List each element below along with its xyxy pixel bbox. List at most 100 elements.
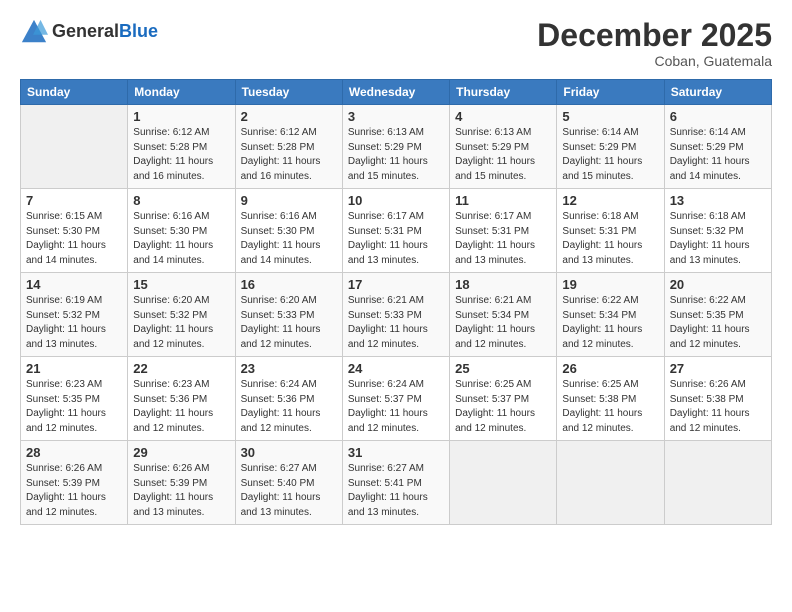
day-number: 3 [348, 109, 444, 124]
day-number: 17 [348, 277, 444, 292]
day-info: Sunrise: 6:18 AMSunset: 5:31 PMDaylight:… [562, 210, 658, 268]
day-number: 26 [562, 361, 658, 376]
day-info: Sunrise: 6:23 AMSunset: 5:35 PMDaylight:… [26, 378, 122, 436]
page: GeneralBlue December 2025 Coban, Guatema… [0, 0, 792, 612]
day-info: Sunrise: 6:16 AMSunset: 5:30 PMDaylight:… [241, 210, 337, 268]
calendar-cell: 10Sunrise: 6:17 AMSunset: 5:31 PMDayligh… [342, 189, 449, 273]
calendar-cell: 19 Sunrise: 6:22 AMSunset: 5:34 PMDayligh… [557, 273, 664, 357]
day-number: 16 [241, 277, 337, 292]
calendar-body: 1 Sunrise: 6:12 AMSunset: 5:28 PMDaylight… [21, 105, 772, 525]
logo-text-block: GeneralBlue [52, 21, 158, 43]
calendar-cell: 16 Sunrise: 6:20 AMSunset: 5:33 PMDayligh… [235, 273, 342, 357]
day-info: Sunrise: 6:22 AMSunset: 5:35 PMDaylight:… [670, 294, 766, 352]
calendar-cell: 13Sunrise: 6:18 AMSunset: 5:32 PMDayligh… [664, 189, 771, 273]
day-number: 8 [133, 193, 229, 208]
day-info: Sunrise: 6:27 AMSunset: 5:40 PMDaylight:… [241, 462, 337, 520]
day-number: 21 [26, 361, 122, 376]
calendar-cell: 22Sunrise: 6:23 AMSunset: 5:36 PMDayligh… [128, 357, 235, 441]
week-row-0: 1 Sunrise: 6:12 AMSunset: 5:28 PMDaylight… [21, 105, 772, 189]
day-info: Sunrise: 6:17 AMSunset: 5:31 PMDaylight:… [348, 210, 444, 268]
location: Coban, Guatemala [537, 53, 772, 69]
calendar-cell: 1 Sunrise: 6:12 AMSunset: 5:28 PMDaylight… [128, 105, 235, 189]
weekday-header-saturday: Saturday [664, 80, 771, 105]
day-info: Sunrise: 6:25 AMSunset: 5:37 PMDaylight:… [455, 378, 551, 436]
weekday-header-friday: Friday [557, 80, 664, 105]
calendar-cell [557, 441, 664, 525]
day-info: Sunrise: 6:14 AMSunset: 5:29 PMDaylight:… [670, 126, 766, 184]
day-info: Sunrise: 6:19 AMSunset: 5:32 PMDaylight:… [26, 294, 122, 352]
calendar-cell: 6 Sunrise: 6:14 AMSunset: 5:29 PMDaylight… [664, 105, 771, 189]
day-number: 7 [26, 193, 122, 208]
day-info: Sunrise: 6:24 AMSunset: 5:37 PMDaylight:… [348, 378, 444, 436]
day-number: 2 [241, 109, 337, 124]
day-info: Sunrise: 6:13 AMSunset: 5:29 PMDaylight:… [348, 126, 444, 184]
day-number: 31 [348, 445, 444, 460]
day-info: Sunrise: 6:27 AMSunset: 5:41 PMDaylight:… [348, 462, 444, 520]
calendar-cell [450, 441, 557, 525]
weekday-header-wednesday: Wednesday [342, 80, 449, 105]
calendar-cell: 23Sunrise: 6:24 AMSunset: 5:36 PMDayligh… [235, 357, 342, 441]
logo-icon [20, 18, 48, 46]
day-info: Sunrise: 6:20 AMSunset: 5:33 PMDaylight:… [241, 294, 337, 352]
week-row-3: 21 Sunrise: 6:23 AMSunset: 5:35 PMDayligh… [21, 357, 772, 441]
calendar-table: SundayMondayTuesdayWednesdayThursdayFrid… [20, 79, 772, 525]
day-number: 22 [133, 361, 229, 376]
calendar-cell: 2 Sunrise: 6:12 AMSunset: 5:28 PMDaylight… [235, 105, 342, 189]
month-title: December 2025 [537, 18, 772, 53]
calendar-cell [664, 441, 771, 525]
day-number: 25 [455, 361, 551, 376]
calendar-cell: 11 Sunrise: 6:17 AMSunset: 5:31 PMDayligh… [450, 189, 557, 273]
day-info: Sunrise: 6:22 AMSunset: 5:34 PMDaylight:… [562, 294, 658, 352]
calendar-cell: 29 Sunrise: 6:26 AMSunset: 5:39 PMDayligh… [128, 441, 235, 525]
day-number: 24 [348, 361, 444, 376]
day-info: Sunrise: 6:12 AMSunset: 5:28 PMDaylight:… [133, 126, 229, 184]
calendar-cell: 18 Sunrise: 6:21 AMSunset: 5:34 PMDayligh… [450, 273, 557, 357]
day-number: 18 [455, 277, 551, 292]
week-row-4: 28Sunrise: 6:26 AMSunset: 5:39 PMDayligh… [21, 441, 772, 525]
weekday-header-monday: Monday [128, 80, 235, 105]
day-number: 29 [133, 445, 229, 460]
day-info: Sunrise: 6:26 AMSunset: 5:39 PMDaylight:… [26, 462, 122, 520]
week-row-1: 7 Sunrise: 6:15 AMSunset: 5:30 PMDaylight… [21, 189, 772, 273]
logo-general: General [52, 21, 119, 41]
day-number: 9 [241, 193, 337, 208]
day-number: 15 [133, 277, 229, 292]
day-number: 12 [562, 193, 658, 208]
title-block: December 2025 Coban, Guatemala [537, 18, 772, 69]
day-info: Sunrise: 6:15 AMSunset: 5:30 PMDaylight:… [26, 210, 122, 268]
header: GeneralBlue December 2025 Coban, Guatema… [20, 18, 772, 69]
day-info: Sunrise: 6:14 AMSunset: 5:29 PMDaylight:… [562, 126, 658, 184]
calendar-cell: 17 Sunrise: 6:21 AMSunset: 5:33 PMDayligh… [342, 273, 449, 357]
day-info: Sunrise: 6:12 AMSunset: 5:28 PMDaylight:… [241, 126, 337, 184]
day-number: 20 [670, 277, 766, 292]
calendar-cell: 12 Sunrise: 6:18 AMSunset: 5:31 PMDayligh… [557, 189, 664, 273]
calendar-cell: 3 Sunrise: 6:13 AMSunset: 5:29 PMDaylight… [342, 105, 449, 189]
day-number: 14 [26, 277, 122, 292]
calendar-cell: 9 Sunrise: 6:16 AMSunset: 5:30 PMDaylight… [235, 189, 342, 273]
day-info: Sunrise: 6:17 AMSunset: 5:31 PMDaylight:… [455, 210, 551, 268]
day-number: 11 [455, 193, 551, 208]
calendar-cell: 20 Sunrise: 6:22 AMSunset: 5:35 PMDayligh… [664, 273, 771, 357]
day-number: 6 [670, 109, 766, 124]
day-info: Sunrise: 6:26 AMSunset: 5:39 PMDaylight:… [133, 462, 229, 520]
calendar-cell: 25 Sunrise: 6:25 AMSunset: 5:37 PMDayligh… [450, 357, 557, 441]
calendar-cell: 24 Sunrise: 6:24 AMSunset: 5:37 PMDayligh… [342, 357, 449, 441]
calendar-cell: 26 Sunrise: 6:25 AMSunset: 5:38 PMDayligh… [557, 357, 664, 441]
day-number: 1 [133, 109, 229, 124]
weekday-header-tuesday: Tuesday [235, 80, 342, 105]
weekday-row: SundayMondayTuesdayWednesdayThursdayFrid… [21, 80, 772, 105]
day-info: Sunrise: 6:25 AMSunset: 5:38 PMDaylight:… [562, 378, 658, 436]
day-info: Sunrise: 6:20 AMSunset: 5:32 PMDaylight:… [133, 294, 229, 352]
calendar-cell: 28Sunrise: 6:26 AMSunset: 5:39 PMDayligh… [21, 441, 128, 525]
day-number: 23 [241, 361, 337, 376]
day-number: 19 [562, 277, 658, 292]
day-info: Sunrise: 6:21 AMSunset: 5:34 PMDaylight:… [455, 294, 551, 352]
calendar-cell [21, 105, 128, 189]
calendar-cell: 21 Sunrise: 6:23 AMSunset: 5:35 PMDayligh… [21, 357, 128, 441]
day-info: Sunrise: 6:21 AMSunset: 5:33 PMDaylight:… [348, 294, 444, 352]
day-number: 4 [455, 109, 551, 124]
calendar-cell: 31 Sunrise: 6:27 AMSunset: 5:41 PMDayligh… [342, 441, 449, 525]
week-row-2: 14 Sunrise: 6:19 AMSunset: 5:32 PMDayligh… [21, 273, 772, 357]
day-info: Sunrise: 6:13 AMSunset: 5:29 PMDaylight:… [455, 126, 551, 184]
day-number: 30 [241, 445, 337, 460]
